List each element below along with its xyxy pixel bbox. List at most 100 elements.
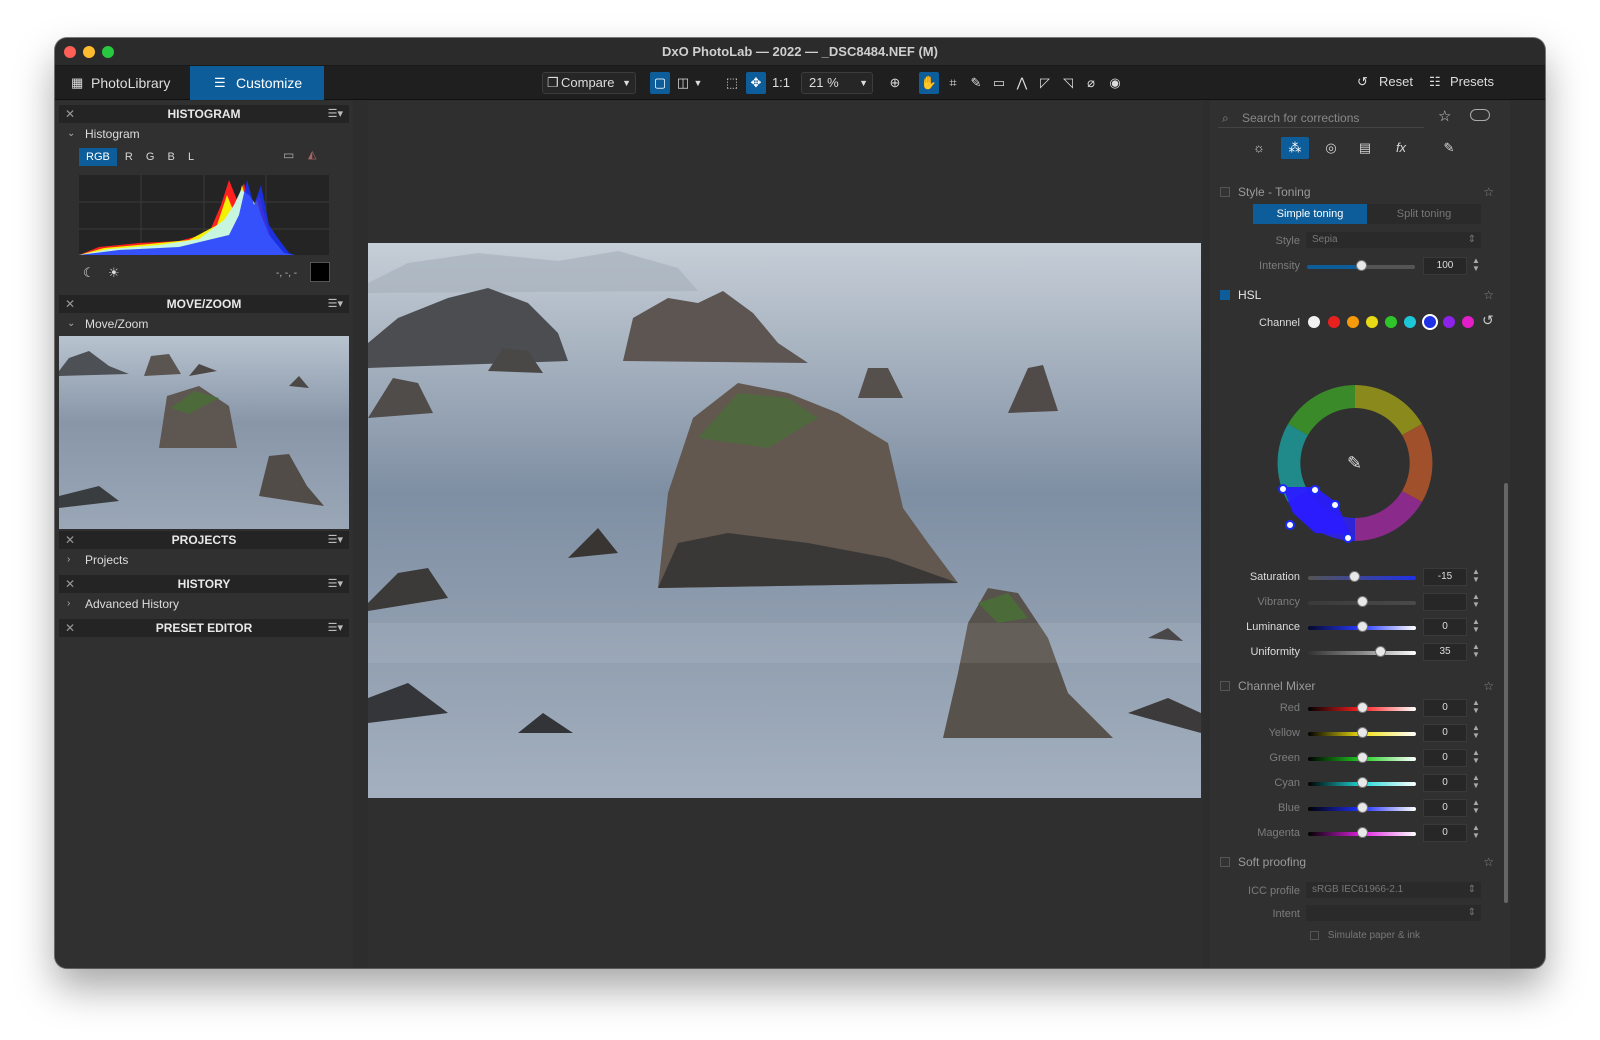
perspective-button[interactable]: ⋀ [1012,72,1032,94]
stepper-icon[interactable]: ▲ ▼ [1471,774,1481,790]
channel-g[interactable]: G [141,148,160,166]
horizon-button[interactable]: ▭ [989,72,1009,94]
hsl-slider-track[interactable] [1308,651,1416,655]
gamut-icon[interactable]: ◭ [308,148,316,161]
monitor-icon[interactable]: ▭ [283,148,294,162]
zoom-window-button[interactable] [102,46,114,58]
mixer-slider-value[interactable]: 0 [1423,799,1467,817]
toggle-icon[interactable] [1470,109,1490,121]
red-eye-button[interactable]: ◹ [1058,72,1078,94]
mixer-slider-knob[interactable] [1357,727,1368,738]
star-icon[interactable]: ☆ [1483,677,1494,695]
close-window-button[interactable] [64,46,76,58]
detail-icon[interactable]: ◎ [1317,137,1345,159]
scrollbar[interactable] [1504,483,1508,903]
channel-cyan[interactable] [1404,316,1416,328]
channel-blue[interactable] [1422,314,1438,330]
light-icon[interactable]: ☼ [1245,137,1273,159]
reset-button[interactable]: ↺ Reset [1353,72,1421,94]
crop-tool-button[interactable]: ⌗ [943,72,963,94]
hsl-header[interactable]: HSL ☆ [1218,286,1498,304]
color-icon[interactable]: ⁂ [1281,137,1309,159]
histogram-subheader[interactable]: ⌄ Histogram [59,124,349,144]
zoom-select[interactable]: 21 % ▼ [801,72,873,94]
channel-b[interactable]: B [163,148,180,166]
zoom-in-button[interactable]: ⊕ [885,72,905,94]
mixer-slider-value[interactable]: 0 [1423,749,1467,767]
hsl-slider-value[interactable]: -15 [1423,568,1467,586]
sun-icon[interactable]: ☀ [108,265,120,281]
one-to-one-button[interactable]: 1:1 [769,72,793,94]
reset-icon[interactable]: ↺ [1482,312,1494,329]
mixer-slider-value[interactable]: 0 [1423,724,1467,742]
stepper-icon[interactable]: ▲ ▼ [1471,699,1481,715]
stepper-icon[interactable]: ▲ ▼ [1471,643,1481,659]
mixer-slider-value[interactable]: 0 [1423,774,1467,792]
icc-profile-select[interactable]: sRGB IEC61966-2.1 ⇕ [1306,882,1481,898]
history-header[interactable]: ✕ HISTORY ☰▾ [59,575,349,593]
geometry-icon[interactable]: ▤ [1351,137,1379,159]
simple-toning-tab[interactable]: Simple toning [1253,204,1367,224]
menu-icon[interactable]: ☰▾ [328,105,343,123]
white-balance-button[interactable]: ✎ [966,72,986,94]
menu-icon[interactable]: ☰▾ [328,295,343,313]
hsl-slider-value[interactable]: 35 [1423,643,1467,661]
hsl-slider-knob[interactable] [1349,571,1361,582]
preset-editor-header[interactable]: ✕ PRESET EDITOR ☰▾ [59,619,349,637]
enable-checkbox[interactable] [1220,681,1230,691]
channel-yellow[interactable] [1366,316,1378,328]
moon-icon[interactable]: ☾ [83,265,95,281]
intensity-value[interactable]: 100 [1423,257,1467,275]
channel-orange[interactable] [1347,316,1359,328]
enable-checkbox[interactable] [1220,187,1230,197]
channel-rgb[interactable]: RGB [79,148,117,166]
hsl-slider-knob[interactable] [1375,646,1387,657]
stepper-icon[interactable]: ▲ ▼ [1471,799,1481,815]
hsl-slider-knob[interactable] [1357,596,1368,607]
style-select[interactable]: Sepia ⇕ [1306,232,1481,248]
search-input[interactable]: ⌕ Search for corrections [1218,108,1424,128]
mixer-slider-knob[interactable] [1357,702,1368,713]
menu-icon[interactable]: ☰▾ [328,531,343,549]
fit-screen-button[interactable]: ⬚ [722,72,742,94]
close-icon[interactable]: ✕ [65,619,75,637]
histogram-header[interactable]: ✕ HISTOGRAM ☰▾ [59,105,349,123]
stepper-icon[interactable]: ▲ ▼ [1471,724,1481,740]
volume-deformation-button[interactable]: ◸ [1035,72,1055,94]
style-toning-header[interactable]: Style - Toning ☆ [1218,183,1498,201]
single-view-button[interactable]: ▢ [650,72,670,94]
star-icon[interactable]: ☆ [1483,286,1494,304]
close-icon[interactable]: ✕ [65,531,75,549]
stepper-icon[interactable]: ▲ ▼ [1471,257,1481,273]
navigator-thumbnail[interactable] [59,336,349,529]
local-adjustments-icon[interactable]: ✎ [1435,137,1463,159]
enable-checkbox[interactable] [1220,290,1230,300]
mixer-slider-knob[interactable] [1357,752,1368,763]
channel-l[interactable]: L [183,148,199,166]
mixer-slider-value[interactable]: 0 [1423,699,1467,717]
projects-subheader[interactable]: › Projects [59,550,349,570]
compare-button[interactable]: ❐ Compare ▼ [542,72,636,94]
close-icon[interactable]: ✕ [65,105,75,123]
movezoom-header[interactable]: ✕ MOVE/ZOOM ☰▾ [59,295,349,313]
image-viewer[interactable] [368,101,1203,968]
move-button[interactable]: ✥ [746,72,766,94]
channel-red[interactable] [1328,316,1340,328]
channel-master[interactable] [1308,316,1320,328]
hsl-slider-value[interactable]: 0 [1423,618,1467,636]
channel-purple[interactable] [1443,316,1455,328]
enable-checkbox[interactable] [1220,857,1230,867]
star-icon[interactable]: ☆ [1483,183,1494,201]
effects-icon[interactable]: fx [1387,137,1415,159]
channel-magenta[interactable] [1462,316,1474,328]
intent-select[interactable]: ⇕ [1306,905,1481,921]
stepper-icon[interactable]: ▲ ▼ [1471,824,1481,840]
main-photo[interactable] [368,243,1201,798]
stepper-icon[interactable]: ▲ ▼ [1471,593,1481,609]
mixer-slider-knob[interactable] [1357,777,1368,788]
preview-button[interactable]: ◉ [1105,72,1125,94]
channel-green[interactable] [1385,316,1397,328]
mixer-slider-value[interactable]: 0 [1423,824,1467,842]
hsl-slider-track[interactable] [1308,576,1416,580]
color-wheel[interactable]: ✎ [1275,383,1435,547]
